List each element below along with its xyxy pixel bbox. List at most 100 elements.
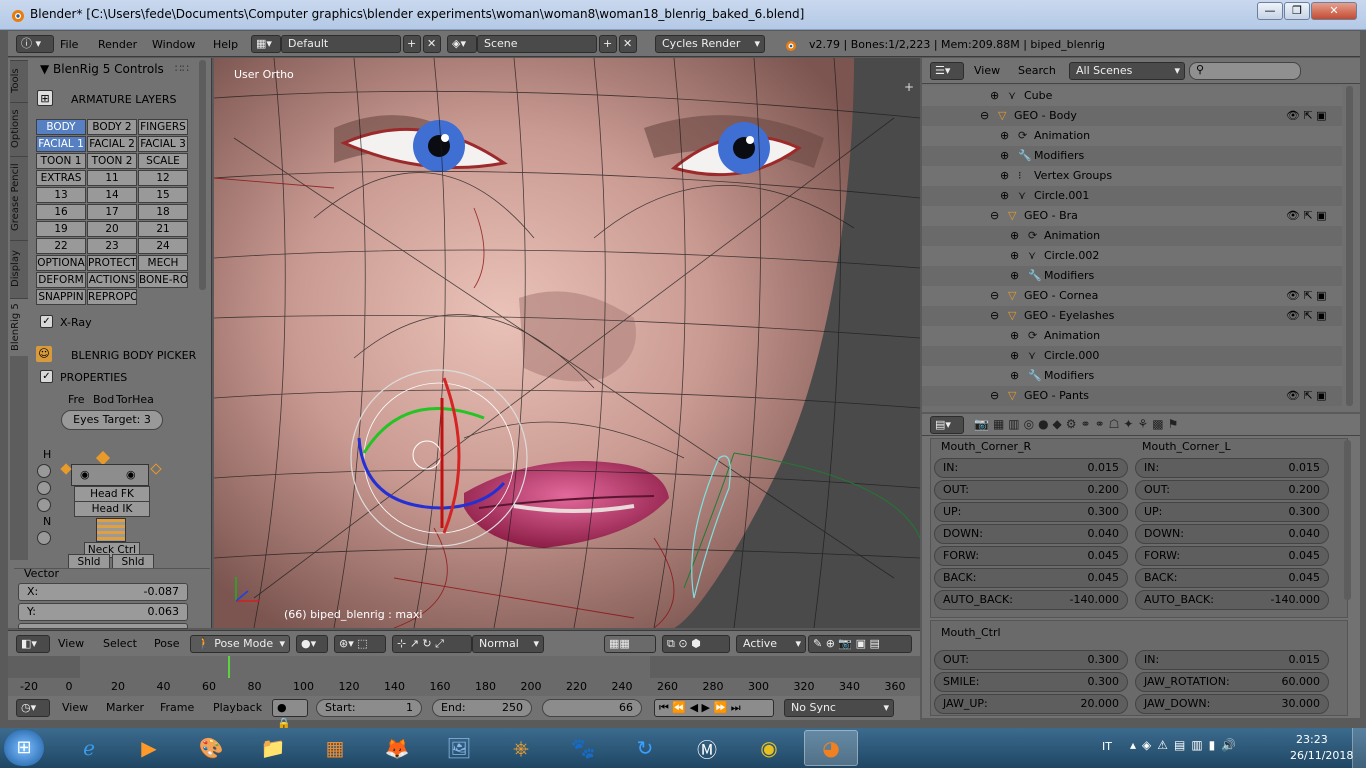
render-buttons[interactable]: ✎ ⊕ 📷 ▣ ▤ (808, 635, 912, 653)
pivot-select[interactable]: ⊛▾ ⬚ (334, 635, 386, 653)
3d-menu-pose[interactable]: Pose (154, 637, 179, 650)
expand-toggle-icon[interactable]: ⊕ (1000, 126, 1009, 146)
timeline-menu-view[interactable]: View (62, 701, 88, 714)
vector-y-field[interactable]: Y: 0.063 (18, 603, 188, 621)
3d-viewport[interactable]: User Ortho (66) biped_blenrig : maxi + (214, 58, 920, 628)
outliner-row[interactable]: ⊖ ▽ GEO - Bra 👁 ⇱ ▣ (922, 206, 1342, 226)
outliner-row[interactable]: ⊕ 🔧 Modifiers (922, 366, 1342, 386)
remove-layout-button[interactable]: ✕ (423, 35, 441, 53)
expand-toggle-icon[interactable]: ⊕ (1000, 166, 1009, 186)
layer-button[interactable]: 13 (36, 187, 86, 203)
blender-taskbar-icon[interactable]: ◕ (804, 730, 858, 766)
property-field[interactable]: DOWN: 0.040 (1135, 524, 1329, 544)
layout-browse-button[interactable]: ▦▾ (251, 35, 281, 53)
layer-button[interactable]: ACTIONS (87, 272, 137, 288)
layer-button[interactable]: 20 (87, 221, 137, 237)
outliner-row[interactable]: ⊕ ⟳ Animation (922, 226, 1342, 246)
visibility-toggle-icons[interactable]: 👁 ⇱ ▣ (1286, 386, 1327, 406)
outliner-item-label[interactable]: GEO - Eyelashes (1024, 306, 1114, 326)
outliner-row[interactable]: ⊕ ⋎ Cube (922, 86, 1342, 106)
expand-toggle-icon[interactable]: ⊕ (1000, 146, 1009, 166)
tab-options[interactable]: Options (10, 102, 28, 154)
outliner-row[interactable]: ⊖ ▽ GEO - Body 👁 ⇱ ▣ (922, 106, 1342, 126)
property-field[interactable]: OUT: 0.300 (934, 650, 1128, 670)
close-button[interactable]: ✕ (1311, 2, 1357, 20)
mode-select[interactable]: 🚶 Pose Mode ▾ (190, 635, 290, 653)
expand-toggle-icon[interactable]: ⊕ (1010, 346, 1019, 366)
layer-button[interactable]: FACIAL 1 (36, 136, 86, 152)
layer-button[interactable]: MECH (138, 255, 188, 271)
neck-control[interactable] (96, 518, 126, 542)
property-field[interactable]: FORW: 0.045 (1135, 546, 1329, 566)
outliner-item-label[interactable]: Circle.000 (1044, 346, 1099, 366)
outliner-item-label[interactable]: GEO - Bra (1024, 206, 1078, 226)
tab-tools[interactable]: Tools (10, 60, 28, 100)
property-field[interactable]: UP: 0.300 (1135, 502, 1329, 522)
viewport-add-panel-icon[interactable]: + (904, 80, 914, 94)
layer-button[interactable]: REPROPO (87, 289, 137, 305)
orientation-select[interactable]: Normal ▾ (472, 635, 544, 653)
layer-button[interactable]: 14 (87, 187, 137, 203)
ie-icon[interactable]: ℯ (62, 730, 116, 766)
outliner-item-label[interactable]: Modifiers (1044, 266, 1094, 286)
show-desktop-button[interactable] (1352, 728, 1366, 768)
layer-button[interactable]: 23 (87, 238, 137, 254)
expand-toggle-icon[interactable]: ⊖ (980, 106, 989, 126)
blenrig-panel-header[interactable]: ▼ BlenRig 5 Controls (40, 62, 164, 76)
outliner-editor-type-button[interactable]: ☰▾ (930, 62, 964, 80)
layer-button[interactable]: BONE-RO (138, 272, 188, 288)
property-field[interactable]: OUT: 0.200 (1135, 480, 1329, 500)
file-explorer-icon[interactable]: 📁 (246, 730, 300, 766)
firefox-icon[interactable]: 🦊 (370, 730, 424, 766)
auto-ik-select[interactable]: Active ▾ (736, 635, 806, 653)
lock-buttons[interactable]: ⧉ ⊙ ⬢ (662, 635, 730, 653)
timeline-menu-marker[interactable]: Marker (106, 701, 144, 714)
outliner-scrollbar[interactable] (1346, 86, 1353, 406)
property-field[interactable]: IN: 0.015 (934, 458, 1128, 478)
menu-help[interactable]: Help (213, 38, 238, 51)
expand-toggle-icon[interactable]: ⊕ (990, 86, 999, 106)
end-frame-field[interactable]: End: 250 (432, 699, 532, 717)
expand-toggle-icon[interactable]: ⊖ (990, 386, 999, 406)
image-viewer-icon[interactable]: 🖼 (432, 730, 486, 766)
expand-toggle-icon[interactable]: ⊖ (990, 206, 999, 226)
outliner-item-label[interactable]: Animation (1044, 226, 1100, 246)
picker-toggle-1[interactable] (37, 464, 51, 478)
expand-toggle-icon[interactable]: ⊕ (1010, 226, 1019, 246)
layer-button[interactable]: BODY (36, 119, 86, 135)
properties-context-tabs[interactable]: 📷▦▥◎●◆⚙⚭⚭☖✦⚘▩⚑ (974, 417, 1182, 431)
layer-button[interactable]: OPTIONA (36, 255, 86, 271)
outliner-item-label[interactable]: Cube (1024, 86, 1052, 106)
outliner-filter-select[interactable]: All Scenes ▾ (1069, 62, 1185, 80)
language-indicator[interactable]: IT (1102, 740, 1112, 753)
tray-icons[interactable]: ▴◈⚠▤▥▮🔊 (1130, 738, 1242, 752)
picker-toggle-4[interactable] (37, 531, 51, 545)
outliner-item-label[interactable]: Vertex Groups (1034, 166, 1112, 186)
add-scene-button[interactable]: + (599, 35, 617, 53)
media-player-icon[interactable]: ▶ (122, 730, 176, 766)
visibility-toggle-icons[interactable]: 👁 ⇱ ▣ (1286, 206, 1327, 226)
property-field[interactable]: IN: 0.015 (1135, 458, 1329, 478)
3d-menu-select[interactable]: Select (103, 637, 137, 650)
property-field[interactable]: AUTO_BACK: -140.000 (1135, 590, 1329, 610)
property-field[interactable]: FORW: 0.045 (934, 546, 1128, 566)
sub-tab-free[interactable]: Fre (68, 393, 85, 406)
layer-button[interactable]: 18 (138, 204, 188, 220)
outliner-row[interactable]: ⊕ 🔧 Modifiers (922, 146, 1342, 166)
visibility-toggle-icons[interactable]: 👁 ⇱ ▣ (1286, 286, 1327, 306)
start-button[interactable]: ⊞ (4, 730, 44, 766)
expand-toggle-icon[interactable]: ⊕ (1010, 326, 1019, 346)
current-frame-line[interactable] (228, 656, 230, 680)
vector-x-field[interactable]: X: -0.087 (18, 583, 188, 601)
layer-button[interactable]: SNAPPIN (36, 289, 86, 305)
start-frame-field[interactable]: Start: 1 (316, 699, 422, 717)
chrome-icon[interactable]: ◉ (742, 730, 796, 766)
drag-handle-icon[interactable]: ∷∷ (175, 62, 189, 75)
outliner-item-label[interactable]: Animation (1044, 326, 1100, 346)
layer-button[interactable]: BODY 2 (87, 119, 137, 135)
shading-select[interactable]: ●▾ (296, 635, 328, 653)
outliner-row[interactable]: ⊕ ⟳ Animation (922, 126, 1342, 146)
layout-name-field[interactable]: Default (281, 35, 401, 53)
3d-editor-type-button[interactable]: ◧▾ (16, 635, 50, 653)
menu-render[interactable]: Render (98, 38, 137, 51)
